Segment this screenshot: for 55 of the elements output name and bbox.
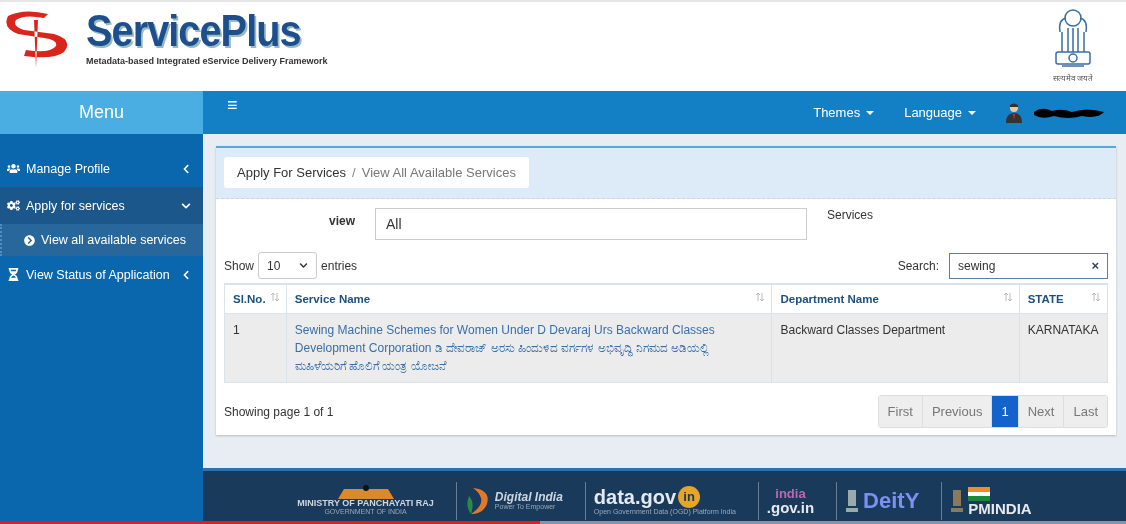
sort-icon	[269, 292, 280, 302]
breadcrumb-link[interactable]: Apply For Services	[237, 165, 347, 180]
sort-icon	[1091, 292, 1101, 302]
logo-title: ServicePlus	[86, 8, 302, 54]
pagination-button[interactable]: Last	[1063, 396, 1107, 427]
flag-icon	[968, 486, 991, 501]
hourglass-icon	[7, 268, 20, 281]
table-cell: KARNATAKA	[1019, 313, 1108, 383]
field-label: view	[329, 213, 356, 228]
digital-india-title: Digital India	[494, 490, 563, 503]
user-avatar-icon	[1006, 102, 1022, 123]
pagination-button[interactable]: 1	[991, 396, 1018, 427]
sort-icon	[755, 292, 766, 302]
chevron-down-icon	[299, 261, 309, 270]
pagination-button[interactable]: Previous	[921, 396, 992, 427]
view-field[interactable]: All	[375, 208, 807, 240]
entries-label: entries	[321, 258, 358, 273]
sidebar-item[interactable]: Manage Profile	[0, 150, 203, 187]
page-size-select[interactable]: 10	[258, 252, 318, 279]
breadcrumb-current: View All Available Services	[361, 165, 516, 180]
chevron-down-icon	[181, 200, 191, 211]
users-icon	[7, 162, 20, 175]
data-gov-badge: in	[678, 485, 701, 508]
sort-icon	[1002, 292, 1013, 302]
sidebar-item[interactable]: Apply for services	[0, 187, 203, 224]
navbar-dropdown[interactable]: Themes	[813, 105, 875, 120]
chevron-left-icon	[181, 163, 191, 174]
ministry-name: MINISTRY OF PANCHAYATI RAJ	[297, 499, 434, 509]
breadcrumb-separator: /	[352, 165, 356, 180]
sidebar-subitem[interactable]: View all available services	[0, 224, 203, 256]
emblem-icon	[950, 488, 965, 514]
menu-title: Menu	[0, 91, 203, 134]
chevron-left-icon	[181, 269, 191, 280]
search-label: Search:	[897, 258, 939, 273]
menu-toggle[interactable]: ≡	[227, 95, 238, 116]
emblem-icon	[845, 488, 860, 514]
logo-subtitle: Metadata-based Integrated eService Delivery Framework	[86, 56, 328, 66]
sidebar-item[interactable]: View Status of Application	[0, 256, 203, 293]
india-gov-domain: .gov.in	[766, 500, 815, 515]
clear-button[interactable]: ×	[1091, 258, 1099, 273]
field-note: Services	[827, 208, 873, 222]
digital-india-logo-icon	[464, 486, 491, 516]
table-cell: Backward Classes Department	[771, 313, 1020, 383]
emblem-motto: सत्यमेव जयते	[1052, 73, 1094, 83]
india-gov-title: india	[775, 487, 806, 500]
pmindia-title: PMINDIA	[968, 500, 1032, 516]
pagination-button[interactable]: First	[878, 396, 922, 427]
deity-logo-text: DeitY	[863, 490, 920, 512]
pagination-button[interactable]: Next	[1017, 396, 1064, 427]
gears-icon	[7, 199, 20, 212]
page-info: Showing page 1 of 1	[224, 404, 334, 419]
search-field[interactable]: sewing ×	[949, 252, 1108, 279]
table-cell: 1	[224, 313, 287, 383]
show-label: Show	[224, 258, 255, 273]
navbar-dropdown[interactable]: Language	[904, 105, 976, 120]
